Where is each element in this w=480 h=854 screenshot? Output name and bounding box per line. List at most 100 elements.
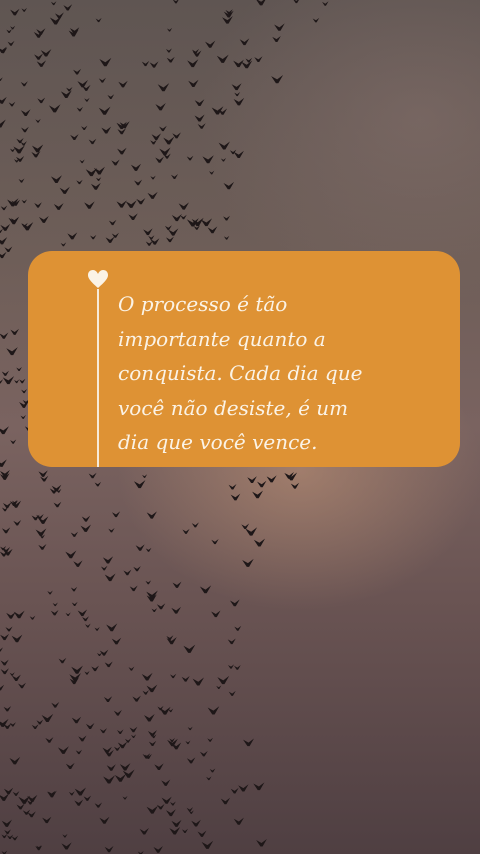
- bird-shape: [111, 159, 120, 166]
- bird-shape: [5, 626, 13, 632]
- bird-shape: [36, 28, 46, 35]
- bird-shape: [145, 547, 152, 552]
- bird-shape: [191, 819, 201, 827]
- quote-text: O processo é tão importante quanto a con…: [118, 287, 448, 460]
- bird-shape: [209, 170, 215, 175]
- bird-shape: [57, 746, 69, 754]
- bird-shape: [233, 817, 244, 825]
- bird-shape: [125, 200, 137, 208]
- bird-shape: [150, 175, 156, 180]
- bird-shape: [131, 734, 137, 738]
- bird-shape: [128, 213, 138, 221]
- bird-shape: [45, 737, 54, 743]
- bird-shape: [20, 415, 26, 419]
- bird-shape: [38, 215, 49, 223]
- bird-shape: [70, 586, 78, 592]
- bird-shape: [207, 706, 220, 715]
- bird-shape: [21, 388, 28, 394]
- bird-shape: [6, 347, 18, 356]
- bird-shape: [53, 203, 64, 210]
- bird-shape: [227, 638, 236, 645]
- bird-shape: [103, 696, 113, 702]
- bird-shape: [70, 531, 79, 537]
- bird-shape: [186, 807, 194, 812]
- bird-shape: [113, 746, 121, 751]
- bird-shape: [230, 493, 241, 501]
- bird-shape: [191, 522, 199, 528]
- bird-shape: [197, 123, 206, 129]
- bird-shape: [90, 182, 101, 190]
- bird-shape: [53, 501, 62, 508]
- bird-shape: [187, 726, 193, 731]
- bird-shape: [9, 756, 21, 765]
- bird-shape: [169, 801, 176, 806]
- bird-shape: [159, 125, 167, 132]
- bird-shape: [228, 483, 237, 490]
- bird-shape: [118, 80, 128, 88]
- bird-shape: [234, 92, 241, 97]
- bird-shape: [227, 664, 235, 669]
- bird-shape: [223, 181, 235, 190]
- bird-shape: [84, 201, 95, 209]
- bird-shape: [96, 652, 103, 657]
- bird-shape: [34, 53, 44, 60]
- bird-shape: [188, 79, 199, 87]
- bird-shape: [266, 475, 277, 483]
- bird-shape: [98, 106, 111, 115]
- bird-shape: [0, 96, 7, 104]
- bird-shape: [111, 637, 122, 645]
- bird-shape: [0, 332, 9, 339]
- bird-shape: [18, 682, 26, 689]
- bird-shape: [94, 627, 100, 631]
- bird-shape: [38, 544, 47, 550]
- bird-shape: [133, 480, 146, 489]
- bird-shape: [10, 439, 17, 444]
- bird-shape: [220, 797, 231, 805]
- bird-shape: [11, 835, 19, 841]
- bird-shape: [2, 376, 15, 385]
- bird-shape: [106, 623, 118, 632]
- bird-shape: [209, 768, 216, 773]
- bird-shape: [71, 601, 78, 607]
- bird-shape: [2, 502, 12, 509]
- bird-shape: [155, 156, 164, 163]
- bird-shape: [108, 219, 117, 226]
- bird-shape: [4, 829, 11, 835]
- bird-shape: [163, 136, 175, 145]
- bird-shape: [59, 186, 70, 194]
- bird-shape: [65, 550, 77, 559]
- bird-shape: [223, 215, 231, 221]
- bird-shape: [31, 151, 41, 158]
- bird-shape: [13, 610, 25, 619]
- bird-shape: [10, 8, 20, 16]
- bird-shape: [99, 57, 112, 67]
- bird-shape: [187, 59, 199, 68]
- bird-shape: [211, 610, 221, 618]
- bird-shape: [170, 673, 177, 679]
- bird-shape: [142, 474, 148, 478]
- bird-shape: [90, 234, 97, 240]
- bird-shape: [75, 749, 83, 755]
- bird-shape: [111, 511, 121, 518]
- bird-shape: [130, 163, 142, 171]
- bird-shape: [10, 328, 19, 335]
- bird-shape: [201, 840, 214, 849]
- bird-shape: [16, 138, 24, 144]
- bird-shape: [14, 379, 20, 384]
- bird-shape: [205, 40, 216, 48]
- bird-shape: [171, 214, 182, 222]
- bird-shape: [194, 114, 205, 122]
- bird-shape: [13, 520, 22, 526]
- bird-shape: [238, 784, 249, 792]
- bird-shape: [36, 60, 47, 67]
- bird-shape: [0, 793, 10, 801]
- bird-shape: [50, 1, 57, 6]
- bird-shape: [74, 799, 84, 806]
- quote-line: dia que você vence.: [118, 430, 318, 454]
- bird-shape: [211, 538, 219, 545]
- bird-shape: [148, 740, 157, 746]
- bird-shape: [77, 609, 88, 617]
- bird-shape: [7, 40, 15, 46]
- bird-shape: [181, 828, 189, 834]
- bird-shape: [73, 560, 83, 567]
